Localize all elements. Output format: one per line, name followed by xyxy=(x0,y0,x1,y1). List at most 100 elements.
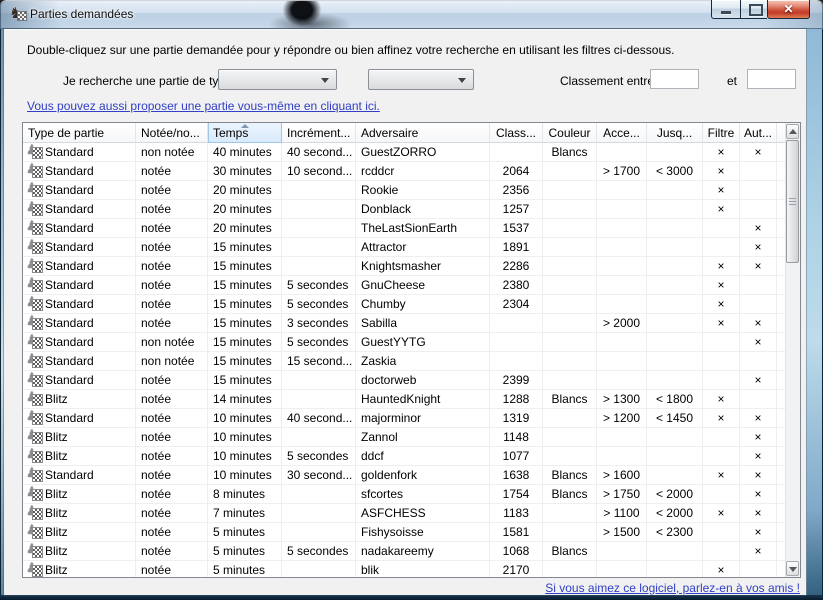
cell: × xyxy=(740,314,777,333)
sort-ascending-icon xyxy=(241,124,249,128)
game-type-text: Standard xyxy=(45,221,94,235)
table-row[interactable]: ♟Standardnon notée15 minutes5 secondesGu… xyxy=(23,333,800,352)
cell: < 2000 xyxy=(647,485,703,504)
cell: 7 minutes xyxy=(208,504,282,523)
table-row[interactable]: ♟Blitznotée5 minutes5 secondesnadakareem… xyxy=(23,542,800,561)
chess-pawn-board-icon: ♟ xyxy=(26,506,43,520)
table-row[interactable]: ♟Blitznotée10 minutesZannol1148× xyxy=(23,428,800,447)
cell xyxy=(703,485,740,504)
table-row[interactable]: ♟Standardnotée15 minutes3 secondesSabill… xyxy=(23,314,800,333)
scrollbar-thumb[interactable] xyxy=(786,140,799,263)
cell: > 1300 xyxy=(597,390,647,409)
close-button[interactable]: ✕ xyxy=(767,0,810,19)
table-row[interactable]: ♟Standardnotée15 minutesAttractor1891× xyxy=(23,238,800,257)
table-row[interactable]: ♟Blitznotée5 minutesblik2170× xyxy=(23,561,800,578)
table-row[interactable]: ♟Blitznotée14 minutesHauntedKnight1288Bl… xyxy=(23,390,800,409)
game-type-text: Blitz xyxy=(45,506,68,520)
arrow-down-icon xyxy=(789,567,797,572)
maximize-button[interactable] xyxy=(740,0,767,19)
grip-icon xyxy=(789,198,796,206)
rated-select[interactable] xyxy=(368,69,474,90)
cell: 1077 xyxy=(490,447,543,466)
propose-game-link[interactable]: Vous pouvez aussi proposer une partie vo… xyxy=(27,99,380,113)
cell: × xyxy=(740,143,777,162)
table-row[interactable]: ♟Blitznotée8 minutessfcortes1754Blancs> … xyxy=(23,485,800,504)
column-header-3[interactable]: Temps xyxy=(208,123,282,143)
cell xyxy=(282,181,356,200)
column-header-label: Notée/no... xyxy=(141,126,200,140)
chess-pawn-board-icon: ♟ xyxy=(26,525,43,539)
chess-pawn-board-icon: ♟ xyxy=(26,430,43,444)
table-row[interactable]: ♟Standardnotée20 minutesDonblack1257× xyxy=(23,200,800,219)
column-header-9[interactable]: Jusq... xyxy=(647,123,703,143)
table-row[interactable]: ♟Blitznotée5 minutesFishysoisse1581> 150… xyxy=(23,523,800,542)
column-header-7[interactable]: Couleur xyxy=(543,123,597,143)
games-table: Type de partie Notée/no... TempsIncrément.… xyxy=(22,122,801,578)
cell xyxy=(282,257,356,276)
cell xyxy=(543,219,597,238)
table-row[interactable]: ♟Blitznotée7 minutesASFCHESS1183> 1100< … xyxy=(23,504,800,523)
app-window: ♞ Parties demandées ✕ Double-cliquez sur… xyxy=(0,0,823,600)
table-row[interactable]: ♟Standardnotée15 minutes5 secondesGnuChe… xyxy=(23,276,800,295)
vertical-scrollbar[interactable] xyxy=(785,123,800,577)
scroll-down-button[interactable] xyxy=(786,561,799,576)
cell: 5 secondes xyxy=(282,542,356,561)
cell xyxy=(597,371,647,390)
chess-pawn-board-icon: ♟ xyxy=(26,449,43,463)
column-header-6[interactable]: Class... xyxy=(490,123,543,143)
share-link[interactable]: Si vous aimez ce logiciel, parlez-en à v… xyxy=(545,581,800,595)
table-row[interactable]: ♟Standardnotée10 minutes40 second...majo… xyxy=(23,409,800,428)
cell xyxy=(597,257,647,276)
table-row[interactable]: ♟Standardnon notée15 minutes15 second...… xyxy=(23,352,800,371)
table-row[interactable]: ♟Standardnotée30 minutes10 second...rcdd… xyxy=(23,162,800,181)
cell xyxy=(740,162,777,181)
cell: > 1700 xyxy=(597,162,647,181)
cell: ♟Standard xyxy=(23,257,136,276)
game-type-select[interactable] xyxy=(218,69,337,90)
cell: ♟Standard xyxy=(23,200,136,219)
cell: 5 secondes xyxy=(282,295,356,314)
rating-max-input[interactable] xyxy=(747,69,796,89)
cell: rcddcr xyxy=(356,162,490,181)
minimize-button[interactable] xyxy=(711,0,740,19)
cell: doctorweb xyxy=(356,371,490,390)
column-header-11[interactable]: Aut... xyxy=(740,123,777,143)
game-type-text: Standard xyxy=(45,259,94,273)
cell: 1581 xyxy=(490,523,543,542)
window-title: Parties demandées xyxy=(30,7,133,21)
cell xyxy=(597,447,647,466)
column-header-5[interactable]: Adversaire xyxy=(356,123,490,143)
table-row[interactable]: ♟Standardnon notée40 minutes40 second...… xyxy=(23,143,800,162)
chess-pawn-board-icon: ♟ xyxy=(26,373,43,387)
column-header-8[interactable]: Acce... xyxy=(597,123,647,143)
table-row[interactable]: ♟Standardnotée15 minutesdoctorweb2399× xyxy=(23,371,800,390)
column-header-2[interactable]: Notée/no... xyxy=(136,123,208,143)
table-row[interactable]: ♟Standardnotée15 minutesKnightsmasher228… xyxy=(23,257,800,276)
column-header-4[interactable]: Incrément... xyxy=(282,123,356,143)
cell xyxy=(647,181,703,200)
cell: Sabilla xyxy=(356,314,490,333)
cell: Knightsmasher xyxy=(356,257,490,276)
chess-pawn-board-icon: ♟ xyxy=(26,316,43,330)
table-row[interactable]: ♟Standardnotée20 minutesTheLastSionEarth… xyxy=(23,219,800,238)
table-row[interactable]: ♟Standardnotée15 minutes5 secondesChumby… xyxy=(23,295,800,314)
titlebar[interactable]: ♞ Parties demandées ✕ xyxy=(0,0,823,29)
scroll-up-button[interactable] xyxy=(786,124,799,139)
column-header-1[interactable]: Type de partie xyxy=(23,123,136,143)
maximize-icon xyxy=(749,4,763,16)
cell xyxy=(597,200,647,219)
chess-pawn-board-icon: ♟ xyxy=(26,392,43,406)
table-row[interactable]: ♟Standardnotée20 minutesRookie2356× xyxy=(23,181,800,200)
table-row[interactable]: ♟Standardnotée10 minutes30 second...gold… xyxy=(23,466,800,485)
cell: × xyxy=(740,542,777,561)
column-header-label: Class... xyxy=(496,126,536,140)
table-row[interactable]: ♟Blitznotée10 minutes5 secondesddcf1077× xyxy=(23,447,800,466)
cell: > 2000 xyxy=(597,314,647,333)
game-type-text: Standard xyxy=(45,373,94,387)
cell xyxy=(543,352,597,371)
column-header-label: Aut... xyxy=(744,126,772,140)
game-type-text: Blitz xyxy=(45,563,68,577)
column-header-10[interactable]: Filtre xyxy=(703,123,740,143)
cell: 2356 xyxy=(490,181,543,200)
rating-min-input[interactable] xyxy=(650,69,699,89)
